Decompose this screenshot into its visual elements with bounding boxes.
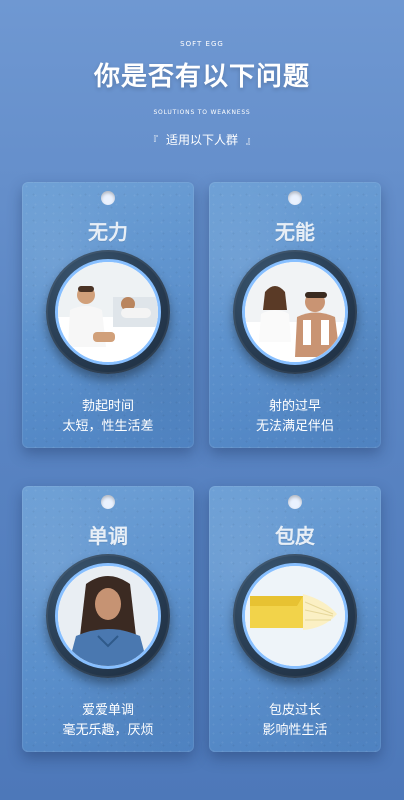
couple-in-bed-image: [55, 259, 161, 365]
card-line-2: 影响性生活: [262, 723, 328, 738]
image-ring: [233, 554, 357, 678]
problem-card-weakness: 无力 勃起时间 太短，性生活差: [22, 182, 194, 448]
problem-card-impotence: 无能 射的过早 无法满足伴侣: [209, 182, 381, 448]
peeled-banana-image: [242, 563, 348, 669]
audience-label: 适用以下人群: [165, 133, 238, 147]
card-title: 包皮: [275, 524, 315, 548]
card-line-1: 勃起时间: [81, 399, 134, 414]
card-hole: [101, 495, 115, 509]
page-subtitle: SOLUTIONS TO WEAKNESS: [153, 109, 251, 116]
problem-card-monotony: 单调 爱爱单调 毫无乐趣，厌烦: [22, 486, 194, 752]
card-line-2: 毫无乐趣，厌烦: [62, 723, 154, 738]
bored-woman-image: [55, 563, 161, 669]
left-bracket: 『: [147, 136, 158, 147]
image-ring: [46, 250, 170, 374]
card-line-1: 射的过早: [268, 399, 321, 414]
card-line-1: 包皮过长: [268, 703, 321, 718]
page-header: SOFT EGG 你是否有以下问题 SOLUTIONS TO WEAKNESS …: [0, 0, 404, 160]
card-title: 无力: [88, 220, 128, 244]
card-hole: [101, 191, 115, 205]
card-title: 无能: [275, 220, 315, 244]
page-title: 你是否有以下问题: [93, 62, 310, 92]
image-ring: [233, 250, 357, 374]
card-title: 单调: [88, 524, 128, 548]
card-hole: [288, 495, 302, 509]
card-line-1: 爱爱单调: [81, 703, 134, 718]
frustrated-man-image: [242, 259, 348, 365]
card-line-2: 无法满足伴侣: [255, 419, 334, 434]
brand-eyebrow: SOFT EGG: [180, 40, 224, 48]
audience-heading: 『适用以下人群』: [0, 131, 404, 148]
card-hole: [288, 191, 302, 205]
card-line-2: 太短，性生活差: [62, 419, 154, 434]
problem-card-foreskin: 包皮 包皮过长 影响性生活: [209, 486, 381, 752]
image-ring: [46, 554, 170, 678]
right-bracket: 』: [246, 136, 256, 147]
